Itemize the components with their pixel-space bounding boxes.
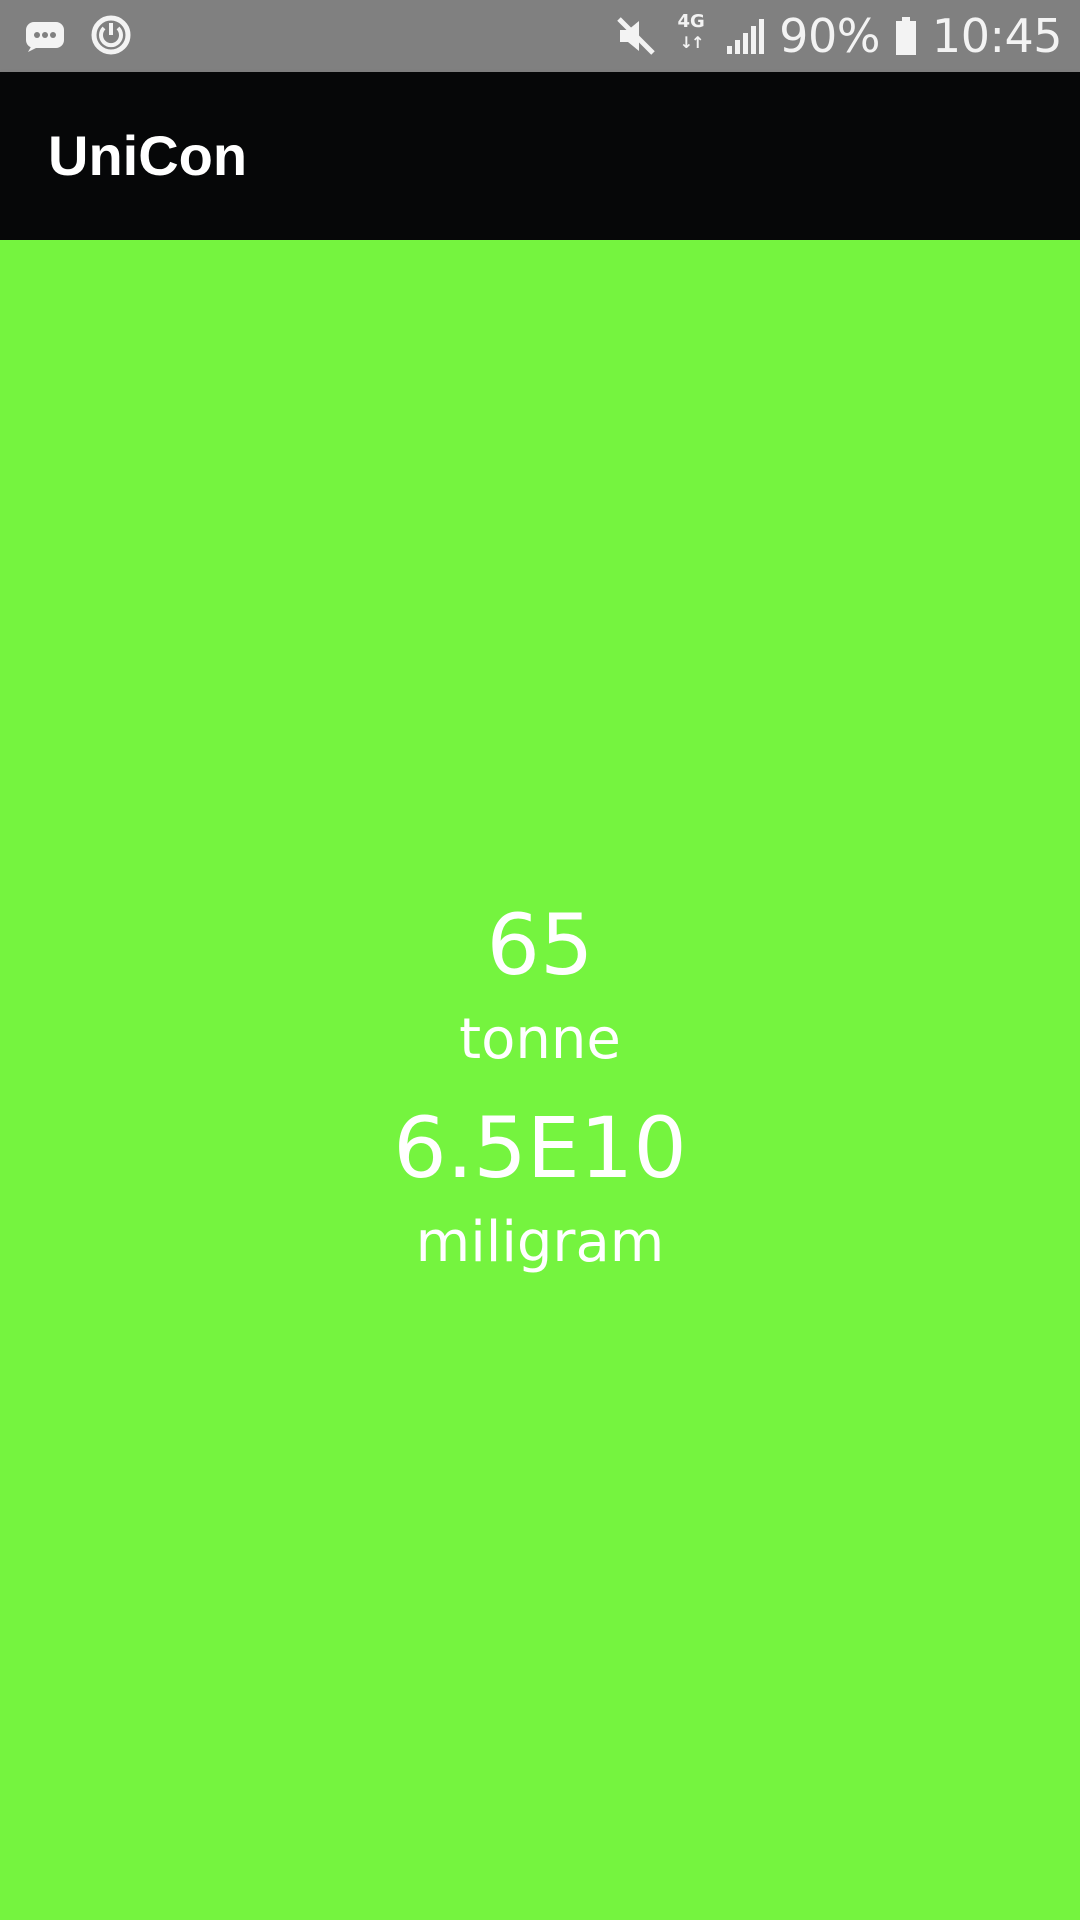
app-title: UniCon — [48, 124, 248, 187]
output-unit: miligram — [415, 1210, 665, 1275]
app-bar: UniCon — [0, 72, 1080, 240]
message-notification-icon — [24, 17, 66, 53]
clock: 10:45 — [931, 9, 1063, 63]
output-value: 6.5E10 — [393, 1099, 687, 1197]
signal-strength-icon — [725, 16, 765, 56]
input-unit: tonne — [459, 1007, 621, 1072]
volume-muted-icon — [615, 15, 657, 57]
conversion-result-screen: 65 tonne 6.5E10 miligram — [0, 240, 1080, 1920]
battery-percent: 90% — [779, 9, 880, 63]
status-notification-icons — [24, 14, 132, 56]
input-value: 65 — [486, 896, 594, 994]
network-4g-icon: 4G ↓↑ — [677, 11, 705, 52]
sync-icon — [90, 14, 132, 56]
battery-icon — [894, 16, 918, 56]
status-bar: 4G ↓↑ 90% 10:45 — [0, 0, 1080, 72]
status-system-area: 4G ↓↑ 90% 10:45 — [615, 0, 1063, 72]
